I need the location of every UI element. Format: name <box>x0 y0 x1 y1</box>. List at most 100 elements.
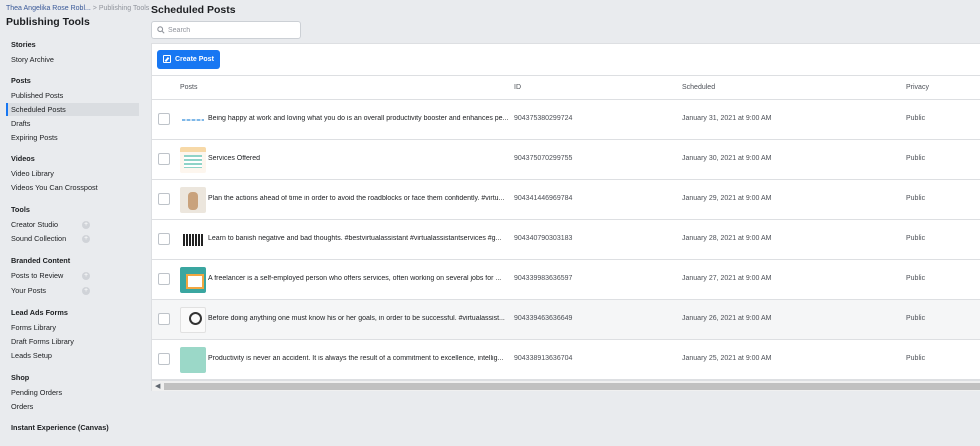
post-privacy: Public <box>906 355 926 362</box>
post-id: 904375380299724 <box>514 115 573 122</box>
post-scheduled: January 26, 2021 at 9:00 AM <box>682 315 772 322</box>
breadcrumb-page-link[interactable]: Thea Angelika Rose Robl... <box>6 5 91 12</box>
row-checkbox[interactable] <box>158 273 170 285</box>
post-privacy: Public <box>906 315 926 322</box>
post-scheduled: January 30, 2021 at 9:00 AM <box>682 155 772 162</box>
post-scheduled: January 31, 2021 at 9:00 AM <box>682 115 772 122</box>
sidebar-group-posts: Posts <box>11 76 31 85</box>
scroll-left-arrow-icon[interactable]: ◀ <box>155 382 160 390</box>
post-privacy: Public <box>906 235 926 242</box>
post-privacy: Public <box>906 115 926 122</box>
sidebar-group-videos: Videos <box>11 154 35 163</box>
breadcrumb-current: Publishing Tools <box>98 5 150 12</box>
table-row[interactable]: Learn to banish negative and bad thought… <box>152 220 980 260</box>
table-header: Posts ID Scheduled Privacy <box>152 76 980 100</box>
search-input[interactable] <box>168 24 296 36</box>
post-thumbnail[interactable] <box>180 227 206 253</box>
post-id: 904341446969784 <box>514 195 573 202</box>
breadcrumb: Thea Angelika Rose Robl... > Publishing … <box>6 5 149 12</box>
table-row[interactable]: A freelancer is a self-employed person w… <box>152 260 980 300</box>
sidebar-item-story-archive[interactable]: Story Archive <box>6 53 139 66</box>
sidebar: Thea Angelika Rose Robl... > Publishing … <box>0 0 149 446</box>
post-scheduled: January 25, 2021 at 9:00 AM <box>682 355 772 362</box>
table-row[interactable]: Services Offered 904375070299755 January… <box>152 140 980 180</box>
table-row[interactable]: Productivity is never an accident. It is… <box>152 340 980 380</box>
row-checkbox[interactable] <box>158 193 170 205</box>
sidebar-item-creator-studio[interactable]: Creator Studio + <box>6 218 139 231</box>
post-id: 904339463636649 <box>514 315 573 322</box>
edit-icon <box>163 55 171 63</box>
post-scheduled: January 29, 2021 at 9:00 AM <box>682 195 772 202</box>
page-title: Scheduled Posts <box>151 4 236 16</box>
post-thumbnail[interactable] <box>180 107 206 133</box>
search-icon <box>157 26 165 34</box>
post-scheduled: January 28, 2021 at 9:00 AM <box>682 235 772 242</box>
post-id: 904338913636704 <box>514 355 573 362</box>
table-row[interactable]: Before doing anything one must know his … <box>152 300 980 340</box>
column-header-id[interactable]: ID <box>514 84 521 91</box>
post-text[interactable]: Learn to banish negative and bad thought… <box>208 235 508 242</box>
create-post-label: Create Post <box>175 56 214 63</box>
post-thumbnail[interactable] <box>180 347 206 373</box>
sidebar-item-orders[interactable]: Orders <box>6 400 139 413</box>
sidebar-item-leads-setup[interactable]: Leads Setup <box>6 349 139 362</box>
sidebar-item-drafts[interactable]: Drafts <box>6 117 139 130</box>
row-checkbox[interactable] <box>158 233 170 245</box>
row-checkbox[interactable] <box>158 153 170 165</box>
post-text[interactable]: Services Offered <box>208 155 508 162</box>
table-row[interactable]: Plan the actions ahead of time in order … <box>152 180 980 220</box>
sidebar-item-label: Posts to Review <box>11 271 64 280</box>
post-id: 904340790303183 <box>514 235 573 242</box>
row-checkbox[interactable] <box>158 353 170 365</box>
post-thumbnail[interactable] <box>180 307 206 333</box>
post-text[interactable]: Plan the actions ahead of time in order … <box>208 195 508 202</box>
sidebar-item-pending-orders[interactable]: Pending Orders <box>6 386 139 399</box>
sidebar-item-draft-forms-library[interactable]: Draft Forms Library <box>6 335 139 348</box>
scrollbar-thumb[interactable] <box>164 383 980 390</box>
sidebar-item-label: Creator Studio <box>11 220 59 229</box>
table-toolbar: Create Post <box>152 44 980 76</box>
sidebar-item-your-posts[interactable]: Your Posts + <box>6 284 139 297</box>
post-text[interactable]: Productivity is never an accident. It is… <box>208 355 508 362</box>
table-row[interactable]: Being happy at work and loving what you … <box>152 100 980 140</box>
post-text[interactable]: Being happy at work and loving what you … <box>208 115 508 122</box>
sidebar-group-stories: Stories <box>11 40 36 49</box>
column-header-privacy[interactable]: Privacy <box>906 84 929 91</box>
sidebar-item-posts-to-review[interactable]: Posts to Review + <box>6 269 139 282</box>
sidebar-item-expiring-posts[interactable]: Expiring Posts <box>6 131 139 144</box>
post-thumbnail[interactable] <box>180 147 206 173</box>
sidebar-item-label: Your Posts <box>11 286 47 295</box>
sidebar-group-instant-experience[interactable]: Instant Experience (Canvas) <box>11 423 109 432</box>
search-box[interactable] <box>151 21 301 39</box>
plus-circle-icon: + <box>82 221 90 229</box>
post-text[interactable]: Before doing anything one must know his … <box>208 315 508 322</box>
sidebar-title: Publishing Tools <box>6 16 90 28</box>
sidebar-item-video-library[interactable]: Video Library <box>6 167 139 180</box>
post-thumbnail[interactable] <box>180 267 206 293</box>
create-post-button[interactable]: Create Post <box>157 50 220 69</box>
sidebar-item-videos-crosspost[interactable]: Videos You Can Crosspost <box>6 181 139 194</box>
sidebar-group-tools: Tools <box>11 205 30 214</box>
post-thumbnail[interactable] <box>180 187 206 213</box>
post-privacy: Public <box>906 155 926 162</box>
column-header-posts[interactable]: Posts <box>180 84 198 91</box>
sidebar-group-shop: Shop <box>11 373 30 382</box>
plus-circle-icon: + <box>82 287 90 295</box>
post-privacy: Public <box>906 195 926 202</box>
post-text[interactable]: A freelancer is a self-employed person w… <box>208 275 508 282</box>
row-checkbox[interactable] <box>158 113 170 125</box>
sidebar-group-lead-ads-forms: Lead Ads Forms <box>11 308 68 317</box>
post-privacy: Public <box>906 275 926 282</box>
plus-circle-icon: + <box>82 272 90 280</box>
breadcrumb-separator: > <box>92 5 97 12</box>
scheduled-posts-table: Create Post Posts ID Scheduled Privacy B… <box>151 43 980 391</box>
sidebar-item-sound-collection[interactable]: Sound Collection + <box>6 232 139 245</box>
sidebar-item-scheduled-posts[interactable]: Scheduled Posts <box>6 103 139 116</box>
post-id: 904339983636597 <box>514 275 573 282</box>
plus-circle-icon: + <box>82 235 90 243</box>
sidebar-item-forms-library[interactable]: Forms Library <box>6 321 139 334</box>
column-header-scheduled[interactable]: Scheduled <box>682 84 715 91</box>
sidebar-item-published-posts[interactable]: Published Posts <box>6 89 139 102</box>
horizontal-scrollbar[interactable]: ◀ <box>152 380 980 391</box>
row-checkbox[interactable] <box>158 313 170 325</box>
